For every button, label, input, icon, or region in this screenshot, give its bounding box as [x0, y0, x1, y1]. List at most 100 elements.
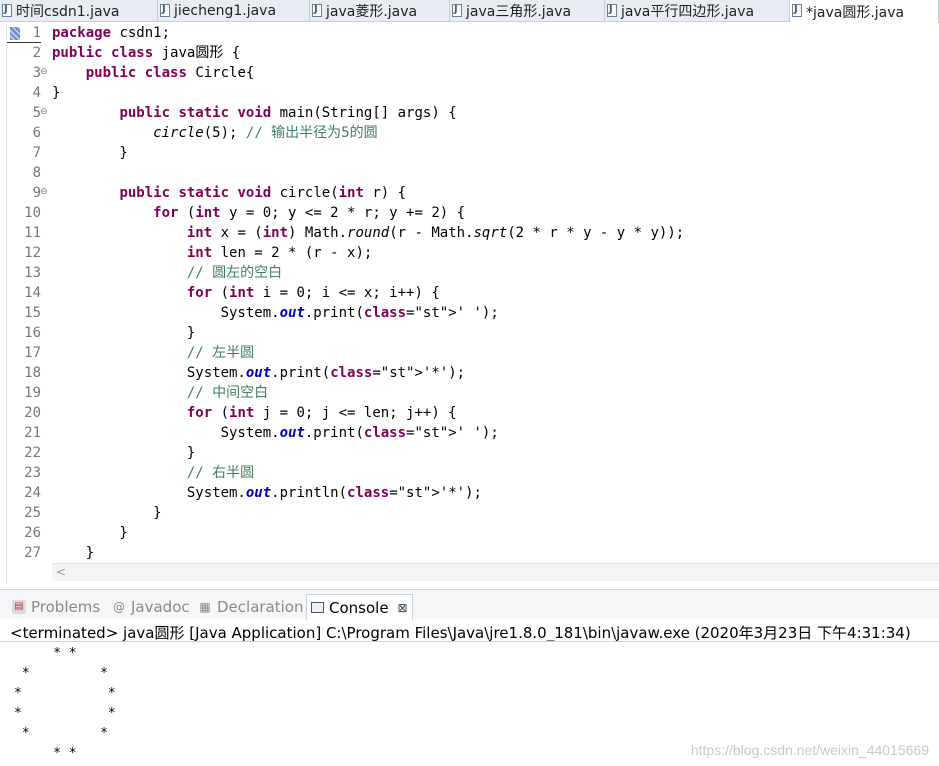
- line-number-gutter: 1 2 3 ⊖ 4 5 ⊖ 6 7 8 9 ⊖ 10 11 12 13 14 1…: [7, 23, 49, 584]
- java-file-icon: [607, 4, 617, 17]
- line-number: 19: [24, 385, 41, 401]
- code-line[interactable]: ​: [52, 163, 939, 183]
- tab-lingxing[interactable]: java菱形.java: [310, 0, 450, 22]
- console-line: * *: [14, 686, 116, 701]
- line-number: 4: [32, 85, 41, 101]
- code-line[interactable]: }: [52, 143, 939, 163]
- fold-collapse-icon[interactable]: ⊖: [40, 67, 48, 77]
- watermark: https://blog.csdn.net/weixin_44015669: [690, 742, 929, 758]
- tab-label: Declaration: [217, 598, 304, 616]
- editor-tab-bar: 时间csdn1.java jiecheng1.java java菱形.java …: [0, 0, 939, 23]
- java-file-icon: [452, 4, 462, 17]
- code-line[interactable]: int x = (int) Math.round(r - Math.sqrt(2…: [52, 223, 939, 243]
- console-line: * *: [14, 666, 108, 681]
- line-number: 6: [32, 125, 41, 141]
- code-line[interactable]: System.out.print(class="st">' ');: [52, 423, 939, 443]
- fold-collapse-icon[interactable]: ⊖: [40, 187, 48, 197]
- line-number: 23: [24, 465, 41, 481]
- tab-label: Problems: [31, 598, 101, 616]
- tab-jiecheng1[interactable]: jiecheng1.java: [158, 0, 310, 22]
- console-icon: [311, 602, 324, 613]
- problems-icon: ▤: [12, 600, 26, 614]
- code-line[interactable]: public static void circle(int r) {: [52, 183, 939, 203]
- console-line: * *: [14, 726, 108, 741]
- line-number: 16: [24, 325, 41, 341]
- code-line[interactable]: // 中间空白: [52, 383, 939, 403]
- code-line[interactable]: }: [52, 323, 939, 343]
- code-line[interactable]: }: [52, 543, 939, 563]
- code-line[interactable]: }: [52, 523, 939, 543]
- code-line[interactable]: for (int j = 0; j <= len; j++) {: [52, 403, 939, 423]
- tab-declaration[interactable]: ▦ Declaration: [194, 594, 307, 620]
- code-line[interactable]: }: [52, 503, 939, 523]
- code-editor[interactable]: 1 2 3 ⊖ 4 5 ⊖ 6 7 8 9 ⊖ 10 11 12 13 14 1…: [6, 23, 939, 584]
- console-line: * *: [14, 706, 116, 721]
- code-line[interactable]: System.out.print(class="st">' ');: [52, 303, 939, 323]
- tab-label: *java圆形.java: [806, 4, 905, 21]
- line-number: 10: [24, 205, 41, 221]
- scroll-left-icon[interactable]: <: [56, 565, 66, 579]
- code-line[interactable]: }: [52, 83, 939, 103]
- at-icon: @: [113, 600, 125, 614]
- tab-console[interactable]: Console ⊠: [306, 594, 413, 620]
- line-number: 7: [32, 145, 41, 161]
- code-line[interactable]: System.out.print(class="st">'*');: [52, 363, 939, 383]
- code-line[interactable]: System.out.println(class="st">'*');: [52, 483, 939, 503]
- line-number: 15: [24, 305, 41, 321]
- tab-label: Javadoc: [131, 598, 190, 616]
- code-line[interactable]: // 圆左的空白: [52, 263, 939, 283]
- line-number: 26: [24, 525, 41, 541]
- line-number: 1: [7, 23, 41, 43]
- code-line[interactable]: // 左半圆: [52, 343, 939, 363]
- console-status: <terminated> java圆形 [Java Application] C…: [10, 624, 911, 642]
- code-line[interactable]: }: [52, 443, 939, 463]
- tab-label: java三角形.java: [466, 4, 572, 20]
- line-number: 2: [32, 45, 41, 61]
- java-file-icon: [160, 4, 170, 17]
- line-number: 3: [32, 65, 41, 81]
- tab-label: Console: [329, 598, 389, 617]
- console-output[interactable]: * * * * * * * * * * * * https://blog.csd…: [0, 641, 939, 766]
- java-file-icon: [312, 4, 322, 17]
- code-line[interactable]: package csdn1;: [52, 23, 939, 43]
- code-line[interactable]: for (int i = 0; i <= x; i++) {: [52, 283, 939, 303]
- tab-label: 时间csdn1.java: [16, 4, 120, 20]
- code-text-area[interactable]: package csdn1; public class java圆形 { publ…: [52, 23, 939, 563]
- line-number: 18: [24, 365, 41, 381]
- tab-shijian-csdn1[interactable]: 时间csdn1.java: [0, 0, 158, 22]
- code-line[interactable]: for (int y = 0; y <= 2 * r; y += 2) {: [52, 203, 939, 223]
- tab-label: jiecheng1.java: [174, 3, 277, 19]
- tab-sanjiaoxing[interactable]: java三角形.java: [450, 0, 605, 22]
- horizontal-scrollbar[interactable]: <: [52, 563, 939, 581]
- line-number: 24: [24, 485, 41, 501]
- fold-collapse-icon[interactable]: ⊖: [40, 107, 48, 117]
- code-line[interactable]: // 右半圆: [52, 463, 939, 483]
- java-file-icon: [792, 4, 802, 17]
- line-number: 22: [24, 445, 41, 461]
- line-number: 21: [24, 425, 41, 441]
- code-line[interactable]: circle(5); // 输出半径为5的圆: [52, 123, 939, 143]
- close-icon[interactable]: ⊠: [398, 601, 408, 615]
- tab-pingxingsibianxing[interactable]: java平行四边形.java: [605, 0, 790, 22]
- line-number: 8: [32, 165, 41, 181]
- tab-yuanxing[interactable]: *java圆形.java: [790, 0, 939, 23]
- code-line[interactable]: public class Circle{: [52, 63, 939, 83]
- line-number: 17: [24, 345, 41, 361]
- tab-problems[interactable]: ▤ Problems: [8, 594, 104, 620]
- declaration-icon: ▦: [199, 600, 211, 614]
- line-number: 13: [24, 265, 41, 281]
- console-line: * *: [14, 746, 77, 761]
- line-number: 12: [24, 245, 41, 261]
- tab-javadoc[interactable]: @ Javadoc: [108, 594, 194, 620]
- line-number: 20: [24, 405, 41, 421]
- code-line[interactable]: public static void main(String[] args) {: [52, 103, 939, 123]
- panel-tab-bar: ▤ Problems @ Javadoc ▦ Declaration Conso…: [0, 589, 939, 620]
- console-line: * *: [14, 646, 77, 661]
- line-number: 9: [32, 185, 41, 201]
- line-number: 27: [24, 545, 41, 561]
- code-line[interactable]: int len = 2 * (r - x);: [52, 243, 939, 263]
- code-line[interactable]: public class java圆形 {: [52, 43, 939, 63]
- line-number: 14: [24, 285, 41, 301]
- java-file-icon: [2, 4, 12, 17]
- line-number: 5: [32, 105, 41, 121]
